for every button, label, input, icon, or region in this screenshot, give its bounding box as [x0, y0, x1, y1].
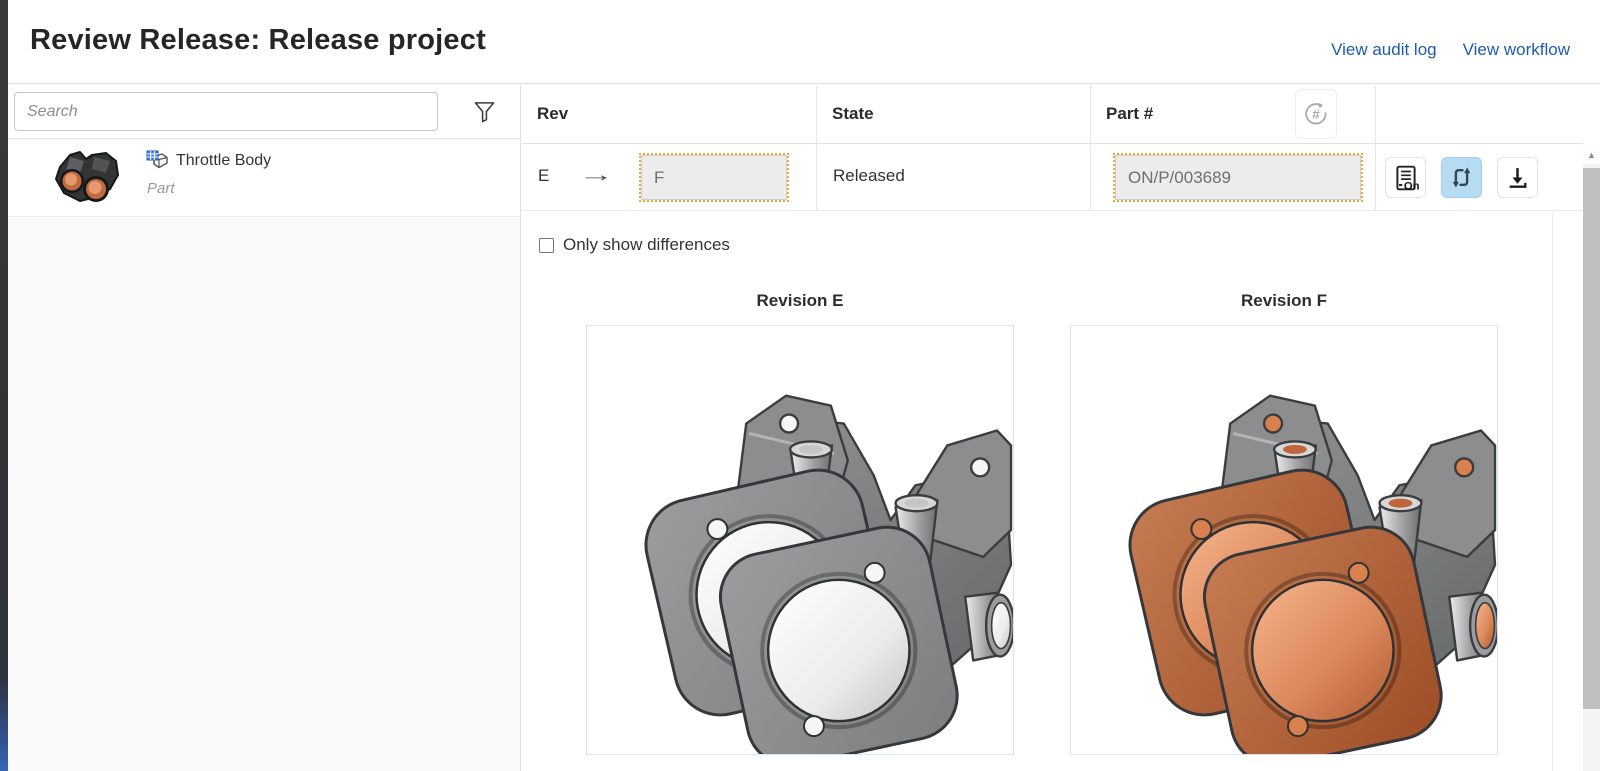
page-title: Review Release: Release project [30, 24, 486, 57]
list-item-throttle-body[interactable]: Throttle Body Part [8, 140, 520, 217]
compare-button[interactable] [1441, 157, 1482, 198]
comparison-panel: Only show differences Revision E Revisio… [522, 212, 1553, 771]
part-number-input[interactable] [1115, 155, 1361, 200]
part-number-field-highlight [1113, 153, 1363, 202]
properties-button[interactable]: On [1385, 157, 1426, 198]
dialog-header: Review Release: Release project View aud… [8, 0, 1600, 84]
view-workflow-link[interactable]: View workflow [1463, 40, 1570, 60]
row-action-buttons: On [1385, 157, 1538, 198]
part-studio-icon [146, 150, 169, 171]
swap-arrows-icon [1449, 165, 1474, 190]
search-input[interactable] [14, 92, 438, 131]
download-icon [1505, 165, 1530, 190]
filter-button[interactable] [466, 94, 502, 130]
review-release-dialog-screen: Review Release: Release project View aud… [0, 0, 1600, 771]
vertical-scrollbar[interactable]: ▲ [1583, 145, 1600, 771]
column-header-state: State [832, 104, 874, 124]
filter-funnel-icon [473, 101, 496, 123]
only-show-differences-control[interactable]: Only show differences [539, 235, 730, 255]
review-release-dialog: Review Release: Release project View aud… [8, 0, 1600, 771]
only-show-differences-label: Only show differences [563, 235, 730, 255]
search-row [8, 85, 520, 139]
revision-from-value: E [538, 166, 549, 186]
background-page-strip [0, 0, 8, 771]
generate-part-number-button[interactable]: # [1295, 89, 1337, 139]
table-header-row: Rev State Part # # [522, 85, 1583, 144]
only-show-differences-checkbox[interactable] [539, 238, 554, 253]
revision-to-field-highlight [639, 153, 789, 202]
revision-e-title: Revision E [586, 291, 1014, 311]
revision-f-image [1070, 325, 1498, 755]
column-header-rev: Rev [537, 104, 568, 124]
table-row: E → Released [522, 145, 1583, 211]
document-on-icon: On [1393, 164, 1419, 192]
throttle-body-render-rev-e [587, 326, 1013, 754]
item-name: Throttle Body [176, 152, 271, 170]
scrollbar-thumb[interactable] [1583, 168, 1600, 709]
svg-text:On: On [1403, 180, 1418, 192]
item-type: Part [147, 180, 175, 197]
column-header-part-number: Part # [1106, 104, 1153, 124]
revision-f-title: Revision F [1070, 291, 1498, 311]
view-audit-log-link[interactable]: View audit log [1331, 40, 1437, 60]
revision-to-input[interactable] [641, 155, 787, 200]
download-button[interactable] [1497, 157, 1538, 198]
hash-refresh-icon: # [1302, 100, 1330, 128]
throttle-body-render-rev-f [1071, 326, 1497, 754]
svg-text:#: # [1312, 107, 1320, 122]
arrow-right-icon: → [578, 165, 614, 187]
header-links: View audit log View workflow [1331, 40, 1570, 60]
scrollbar-up-arrow-icon[interactable]: ▲ [1583, 145, 1600, 164]
revision-e-image [586, 325, 1014, 755]
state-value: Released [833, 166, 905, 186]
items-sidebar: Throttle Body Part [8, 85, 521, 771]
throttle-body-thumbnail [50, 145, 126, 211]
